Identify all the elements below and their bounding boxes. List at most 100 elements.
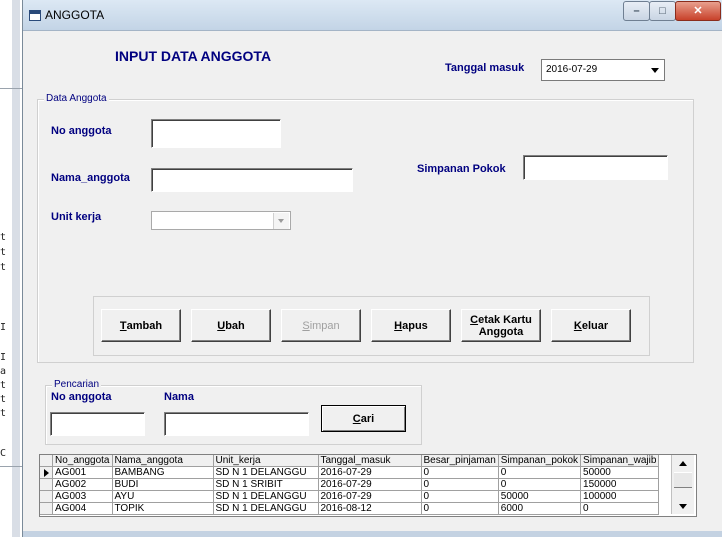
scroll-down-icon[interactable] — [672, 498, 694, 514]
row-selector[interactable] — [40, 490, 53, 503]
background-text: t — [0, 247, 7, 258]
cetak-label-line1: Cetak Kartu — [470, 314, 532, 326]
simpan-hotkey: S — [302, 319, 310, 332]
keluar-label: eluar — [581, 319, 609, 332]
nama-anggota-input[interactable] — [151, 168, 353, 192]
unit-kerja-combobox[interactable] — [151, 211, 291, 230]
table-cell[interactable]: TOPIK — [112, 502, 214, 515]
chevron-down-icon[interactable] — [273, 213, 289, 229]
table-cell[interactable]: 2016-07-29 — [318, 466, 422, 479]
anggota-datagrid[interactable]: No_anggota Nama_anggota Unit_kerja Tangg… — [39, 454, 697, 517]
table-row[interactable]: AG003 AYU SD N 1 DELANGGU 2016-07-29 0 5… — [40, 490, 660, 503]
row-pointer-icon — [44, 469, 49, 477]
table-cell[interactable]: AG003 — [52, 490, 113, 503]
table-cell[interactable]: SD N 1 DELANGGU — [213, 502, 319, 515]
tambah-hotkey: T — [119, 319, 127, 332]
ubah-button[interactable]: Ubah — [191, 309, 271, 342]
table-cell[interactable]: 150000 — [580, 478, 660, 491]
table-cell[interactable]: 2016-07-29 — [318, 478, 422, 491]
column-header[interactable]: Besar_pinjaman — [421, 455, 499, 467]
table-cell[interactable]: 100000 — [580, 490, 660, 503]
table-cell[interactable]: 50000 — [498, 490, 582, 503]
title-bar[interactable]: ANGGOTA – □ ✕ — [23, 0, 722, 31]
table-cell[interactable]: 50000 — [580, 466, 660, 479]
table-cell[interactable]: 0 — [498, 478, 582, 491]
table-cell[interactable]: AG002 — [52, 478, 113, 491]
tanggal-masuk-datepicker[interactable]: 2016-07-29 — [541, 59, 665, 81]
column-header[interactable]: Simpanan_wajib — [580, 455, 660, 467]
cetak-kartu-anggota-button[interactable]: Cetak Kartu Anggota — [461, 309, 541, 342]
row-selector[interactable] — [40, 478, 53, 491]
scroll-up-icon[interactable] — [672, 455, 694, 471]
data-anggota-caption: Data Anggota — [44, 93, 109, 104]
current-row-indicator — [40, 466, 53, 479]
table-cell[interactable]: AG004 — [52, 502, 113, 515]
ubah-hotkey: U — [217, 319, 226, 332]
simpan-button[interactable]: Simpan — [281, 309, 361, 342]
scroll-thumb[interactable] — [674, 472, 692, 488]
tambah-button[interactable]: Tambah — [101, 309, 181, 342]
table-cell[interactable]: SD N 1 DELANGGU — [213, 466, 319, 479]
background-text: I — [0, 352, 7, 363]
table-cell[interactable]: 2016-07-29 — [318, 490, 422, 503]
simpanan-pokok-input[interactable] — [523, 155, 668, 180]
table-cell[interactable]: 0 — [421, 502, 499, 515]
no-anggota-label: No anggota — [51, 125, 112, 137]
background-divider — [0, 466, 22, 467]
row-selector-header — [40, 455, 53, 467]
table-cell[interactable]: 2016-08-12 — [318, 502, 422, 515]
window-bottom-border — [23, 531, 722, 537]
background-text: t — [0, 262, 7, 273]
keluar-button[interactable]: Keluar — [551, 309, 631, 342]
row-selector[interactable] — [40, 502, 53, 515]
column-header[interactable]: No_anggota — [52, 455, 113, 467]
table-row[interactable]: AG001 BAMBANG SD N 1 DELANGGU 2016-07-29… — [40, 466, 660, 479]
column-header[interactable]: Nama_anggota — [112, 455, 214, 467]
table-cell[interactable]: AYU — [112, 490, 214, 503]
tanggal-masuk-label: Tanggal masuk — [445, 62, 525, 74]
simpan-label: impan — [309, 319, 340, 332]
background-text: t — [0, 232, 7, 243]
table-cell[interactable]: 6000 — [498, 502, 582, 515]
table-cell[interactable]: SD N 1 DELANGGU — [213, 490, 319, 503]
close-button[interactable]: ✕ — [675, 1, 721, 21]
close-icon: ✕ — [693, 5, 703, 17]
anggota-window: ANGGOTA – □ ✕ INPUT DATA ANGGOTA Tanggal… — [22, 0, 722, 537]
table-cell[interactable]: 0 — [498, 466, 582, 479]
background-text: t — [0, 394, 7, 405]
table-cell[interactable]: 0 — [580, 502, 660, 515]
form-client-area: INPUT DATA ANGGOTA Tanggal masuk 2016-07… — [27, 31, 719, 531]
table-cell[interactable]: BAMBANG — [112, 466, 214, 479]
tanggal-masuk-value: 2016-07-29 — [546, 64, 598, 75]
unit-kerja-label: Unit kerja — [51, 211, 102, 223]
column-header[interactable]: Unit_kerja — [213, 455, 319, 467]
column-header[interactable]: Simpanan_pokok — [498, 455, 582, 467]
table-cell[interactable]: SD N 1 SRIBIT — [213, 478, 319, 491]
table-row[interactable]: AG004 TOPIK SD N 1 DELANGGU 2016-08-12 0… — [40, 502, 660, 515]
table-cell[interactable]: 0 — [421, 478, 499, 491]
table-row[interactable]: AG002 BUDI SD N 1 SRIBIT 2016-07-29 0 0 … — [40, 478, 660, 491]
cetak-label-rest: etak Kartu — [478, 313, 532, 326]
chevron-down-icon[interactable] — [646, 61, 663, 79]
column-header[interactable]: Tanggal_masuk — [318, 455, 422, 467]
cari-label: ari — [360, 412, 375, 425]
cari-button[interactable]: Cari — [321, 405, 406, 432]
hapus-button[interactable]: Hapus — [371, 309, 451, 342]
search-nama-input[interactable] — [164, 412, 309, 436]
background-divider — [0, 88, 22, 89]
ubah-label: bah — [225, 319, 245, 332]
no-anggota-input[interactable] — [151, 119, 281, 148]
datagrid-vertical-scrollbar[interactable] — [671, 455, 694, 514]
button-panel: Tambah Ubah Simpan Hapus Cetak Kartu Ang… — [93, 296, 650, 356]
background-text: t — [0, 380, 7, 391]
search-no-anggota-input[interactable] — [50, 412, 145, 436]
maximize-button[interactable]: □ — [649, 1, 676, 21]
table-cell[interactable]: 0 — [421, 490, 499, 503]
table-cell[interactable]: BUDI — [112, 478, 214, 491]
minimize-button[interactable]: – — [623, 1, 650, 21]
table-cell[interactable]: AG001 — [52, 466, 113, 479]
background-text: t — [0, 408, 7, 419]
app-icon — [29, 10, 41, 21]
table-cell[interactable]: 0 — [421, 466, 499, 479]
search-nama-label: Nama — [164, 391, 194, 403]
